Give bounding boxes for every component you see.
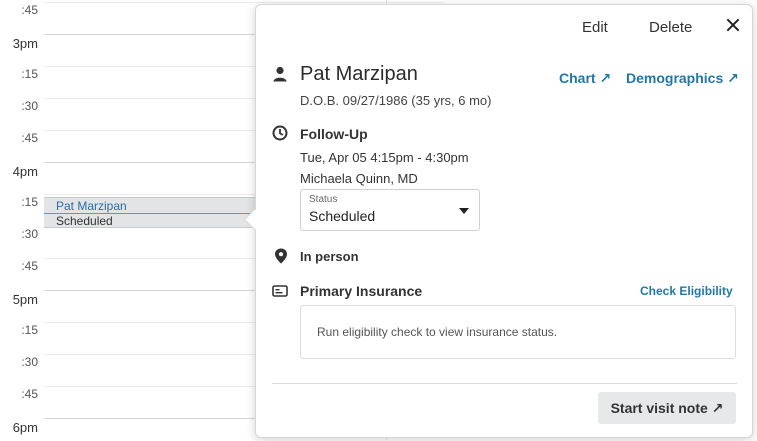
time-label: :30: [21, 227, 38, 241]
visit-datetime: Tue, Apr 05 4:15pm - 4:30pm: [300, 150, 469, 165]
visit-provider: Michaela Quinn, MD: [300, 171, 418, 186]
chart-link[interactable]: Chart ↗: [559, 70, 611, 87]
demographics-link[interactable]: Demographics ↗: [626, 70, 739, 87]
chevron-down-icon: [459, 208, 469, 214]
clock-icon: [272, 125, 288, 141]
time-column: :45 3pm :15 :30 :45 4pm :15 :30 :45 5pm …: [0, 0, 45, 441]
time-label: :15: [21, 67, 38, 81]
time-label: :45: [21, 3, 38, 17]
time-label: :15: [21, 195, 38, 209]
status-select[interactable]: Status Scheduled: [300, 189, 480, 231]
appointment-patient-name: Pat Marzipan: [56, 199, 127, 213]
insurance-message: Run eligibility check to view insurance …: [317, 325, 558, 339]
close-icon[interactable]: [725, 17, 741, 33]
insurance-title: Primary Insurance: [300, 283, 423, 299]
divider: [272, 383, 737, 384]
time-label: :45: [21, 259, 38, 273]
person-icon: [272, 66, 288, 82]
time-label: :30: [21, 99, 38, 113]
visit-type: Follow-Up: [300, 126, 368, 142]
insurance-status-box: Run eligibility check to view insurance …: [300, 305, 736, 359]
grid-line: [44, 2, 444, 3]
appointment-status: Scheduled: [56, 214, 113, 228]
patient-dob: D.O.B. 09/27/1986 (35 yrs, 6 mo): [300, 93, 492, 108]
edit-button[interactable]: Edit: [582, 19, 608, 36]
time-label: 4pm: [12, 164, 38, 179]
time-label: 5pm: [12, 292, 38, 307]
check-eligibility-link[interactable]: Check Eligibility: [640, 284, 733, 298]
appointment-block[interactable]: Pat Marzipan Scheduled: [44, 197, 256, 228]
status-field-label: Status: [309, 194, 338, 205]
start-visit-note-button[interactable]: Start visit note ↗: [598, 392, 736, 424]
status-value: Scheduled: [309, 208, 376, 224]
visit-location: In person: [300, 249, 359, 264]
location-pin-icon: [274, 248, 290, 264]
time-label: 6pm: [12, 420, 38, 435]
time-label: :30: [21, 355, 38, 369]
delete-button[interactable]: Delete: [649, 19, 692, 36]
time-label: :45: [21, 387, 38, 401]
appointment-popover: Edit Delete Pat Marzipan D.O.B. 09/27/19…: [243, 4, 753, 438]
patient-name: Pat Marzipan: [300, 63, 418, 85]
time-label: :45: [21, 131, 38, 145]
time-label: 3pm: [12, 36, 38, 51]
time-label: :15: [21, 323, 38, 337]
insurance-card-icon: [272, 284, 288, 300]
